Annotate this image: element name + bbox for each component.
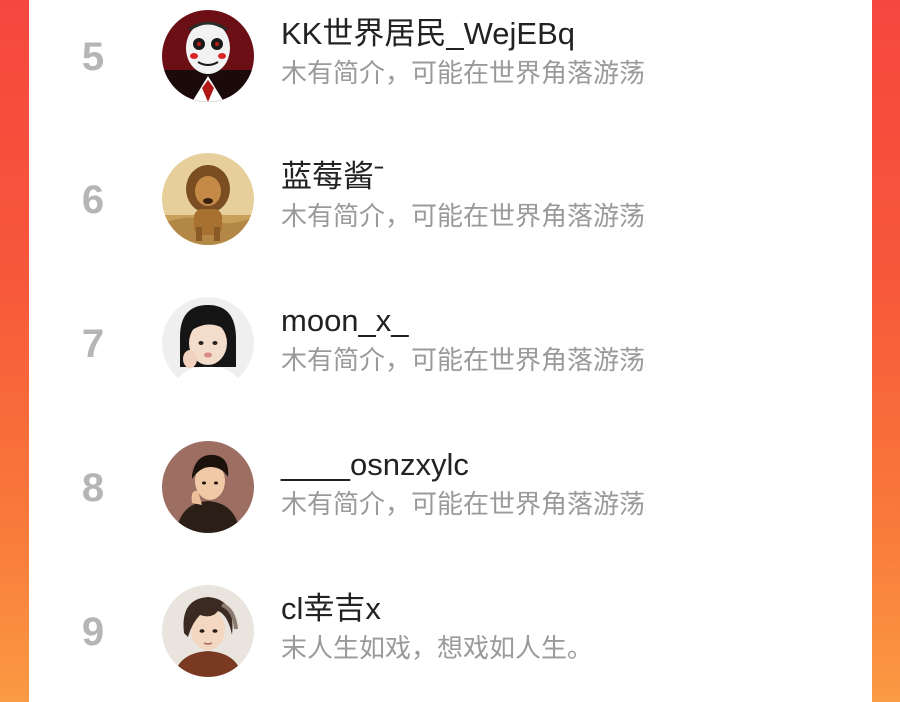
rank-number: 8 — [81, 466, 105, 510]
rank-number: 5 — [81, 35, 105, 79]
username[interactable]: KK世界居民_WejEBq — [281, 16, 575, 52]
rank-number: 9 — [81, 610, 105, 654]
user-bio: 木有简介，可能在世界角落游荡 — [281, 345, 646, 375]
girl-photo-avatar-icon — [162, 297, 254, 389]
username[interactable]: ____osnzxylc — [281, 447, 469, 483]
illustrated-man-avatar-icon — [162, 441, 254, 533]
avatar[interactable] — [162, 585, 254, 677]
username[interactable]: cl幸吉x — [281, 591, 381, 627]
ranking-panel: 5 KK世界居民_WejEBq 木有简介，可能在世界角落游荡 6 蓝莓酱ˉ 木有… — [29, 0, 872, 702]
lion-avatar-icon — [162, 153, 254, 245]
avatar[interactable] — [162, 441, 254, 533]
avatar[interactable] — [162, 10, 254, 102]
username[interactable]: 蓝莓酱ˉ — [281, 159, 384, 195]
avatar[interactable] — [162, 153, 254, 245]
username[interactable]: moon_x_ — [281, 303, 409, 339]
user-bio: 木有简介，可能在世界角落游荡 — [281, 58, 646, 88]
list-item-rank-5[interactable]: 5 KK世界居民_WejEBq 木有简介，可能在世界角落游荡 — [29, 10, 872, 120]
user-bio: 末人生如戏，想戏如人生。 — [281, 633, 594, 663]
jigsaw-mask-avatar-icon — [162, 10, 254, 102]
list-item-rank-6[interactable]: 6 蓝莓酱ˉ 木有简介，可能在世界角落游荡 — [29, 153, 872, 263]
list-item-rank-8[interactable]: 8 ____osnzxylc 木有简介，可能在世界角落游荡 — [29, 441, 872, 551]
user-bio: 木有简介，可能在世界角落游荡 — [281, 489, 646, 519]
user-bio: 木有简介，可能在世界角落游荡 — [281, 201, 646, 231]
anime-boy-avatar-icon — [162, 585, 254, 677]
rank-number: 6 — [81, 178, 105, 222]
avatar[interactable] — [162, 297, 254, 389]
list-item-rank-9[interactable]: 9 cl幸吉x 末人生如戏，想戏如人生。 — [29, 585, 872, 695]
rank-number: 7 — [81, 322, 105, 366]
list-item-rank-7[interactable]: 7 moon_x_ 木有简介，可能在世界角落游荡 — [29, 297, 872, 407]
